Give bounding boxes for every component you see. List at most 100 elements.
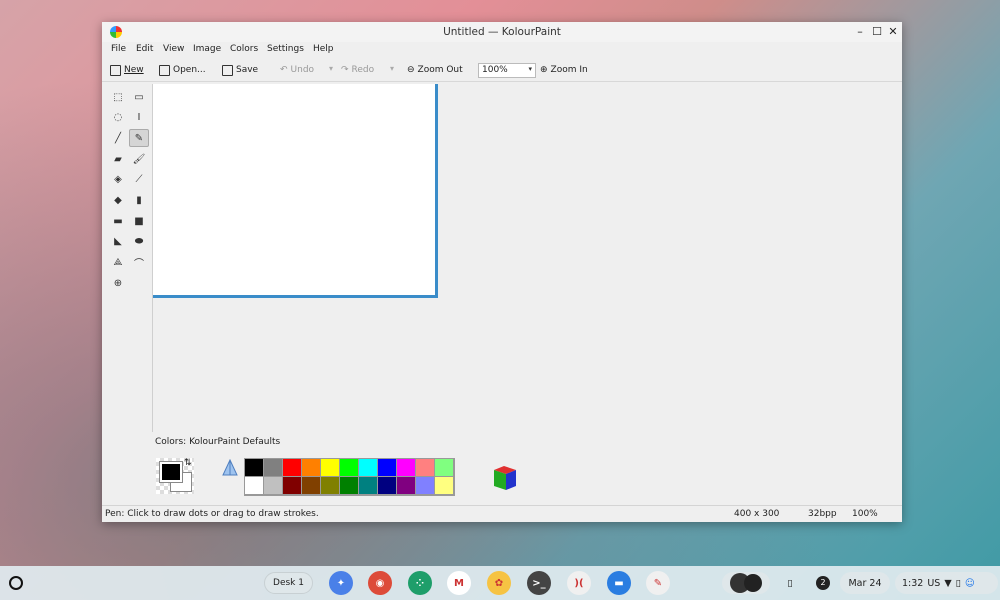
undo-button[interactable]: ↶ Undo — [280, 62, 314, 78]
polygon-icon[interactable]: ◣ — [108, 233, 128, 251]
rectangle-icon[interactable]: ■ — [129, 212, 149, 230]
color-eraser-icon[interactable]: ◆ — [108, 192, 128, 210]
chrome-icon[interactable]: ◉ — [368, 571, 392, 595]
menu-bar: File Edit View Image Colors Settings Hel… — [102, 42, 902, 58]
ellipse-icon[interactable]: ⬬ — [129, 233, 149, 251]
palette-color-swatch[interactable] — [378, 459, 397, 477]
photos-icon[interactable]: ✿ — [487, 571, 511, 595]
redo-dropdown-icon[interactable]: ▾ — [390, 64, 394, 73]
zoom-out-button[interactable]: ⊖ Zoom Out — [407, 62, 463, 78]
zoom-icon[interactable]: ⊕ — [108, 274, 128, 292]
palette-color-swatch[interactable] — [416, 477, 435, 495]
kolourpaint-icon[interactable]: ✎ — [646, 571, 670, 595]
palette-color-swatch[interactable] — [283, 459, 302, 477]
undo-dropdown-icon[interactable]: ▾ — [329, 64, 333, 73]
palette-color-swatch[interactable] — [378, 477, 397, 495]
palette-color-swatch[interactable] — [397, 477, 416, 495]
zoom-combobox[interactable]: 100% ▾ — [478, 63, 536, 78]
spraycan-icon[interactable]: ▮ — [129, 192, 149, 210]
flood-fill-icon[interactable]: ◈ — [108, 171, 128, 189]
palette-color-swatch[interactable] — [359, 477, 378, 495]
zoom-in-button[interactable]: ⊕ Zoom In — [540, 62, 588, 78]
open-button[interactable]: Open... — [159, 62, 206, 78]
swap-colors-icon[interactable]: ⇅ — [184, 458, 192, 468]
palette-color-swatch[interactable] — [264, 459, 283, 477]
polyline-icon[interactable]: ⟁ — [108, 254, 128, 272]
save-label: Save — [236, 65, 259, 75]
undo-label: Undo — [290, 65, 315, 75]
pen-icon[interactable]: ✎ — [129, 129, 149, 148]
palette-color-swatch[interactable] — [302, 477, 321, 495]
color-palette — [244, 458, 455, 496]
battery-icon: ▯ — [955, 577, 961, 589]
line-icon[interactable]: ╱ — [108, 129, 128, 147]
status-image-size: 400 x 300 — [734, 509, 780, 519]
holding-space-tray[interactable] — [722, 572, 770, 594]
palette-color-swatch[interactable] — [435, 459, 454, 477]
eraser-icon[interactable]: ▰ — [108, 150, 128, 168]
nearby-share-icon[interactable]: )( — [567, 571, 591, 595]
desk-button[interactable]: Desk 1 — [264, 572, 313, 594]
close-button[interactable]: ✕ — [885, 24, 901, 40]
menu-colors[interactable]: Colors — [230, 44, 258, 54]
zoom-in-icon: ⊕ — [540, 65, 548, 75]
zoom-out-icon: ⊖ — [407, 65, 415, 75]
palette-color-swatch[interactable] — [302, 459, 321, 477]
terminal-icon[interactable]: >_ — [527, 571, 551, 595]
status-zoom: 100% — [852, 509, 878, 519]
rect-select-icon[interactable]: ▭ — [129, 88, 149, 106]
date-tray[interactable]: Mar 24 — [840, 572, 890, 594]
rounded-rect-icon[interactable]: ▬ — [108, 212, 128, 230]
maximize-button[interactable]: ☐ — [869, 24, 885, 40]
palette-color-swatch[interactable] — [264, 477, 283, 495]
status-tray[interactable]: 1:32 US ▼ ▯ ☺ — [895, 572, 998, 594]
free-select-icon[interactable]: ⬚ — [108, 88, 128, 106]
ellipse-select-icon[interactable]: ◌ — [108, 109, 128, 127]
palette-color-swatch[interactable] — [397, 459, 416, 477]
new-document-icon — [110, 64, 121, 76]
drawing-canvas[interactable] — [153, 84, 438, 298]
transparent-color-icon[interactable] — [220, 458, 240, 478]
menu-edit[interactable]: Edit — [136, 44, 153, 54]
foreground-color-swatch[interactable] — [159, 461, 183, 483]
palette-color-swatch[interactable] — [340, 477, 359, 495]
brush-icon[interactable]: 🖌 — [129, 150, 149, 168]
palette-color-swatch[interactable] — [321, 477, 340, 495]
save-disk-icon — [222, 64, 233, 76]
colors-label: Colors: KolourPaint Defaults — [155, 437, 281, 447]
menu-help[interactable]: Help — [313, 44, 334, 54]
files-icon[interactable]: ▬ — [607, 571, 631, 595]
menu-file[interactable]: File — [111, 44, 126, 54]
gmail-icon[interactable]: M — [447, 571, 471, 595]
palette-color-swatch[interactable] — [435, 477, 454, 495]
palette-color-swatch[interactable] — [340, 459, 359, 477]
redo-label: Redo — [351, 65, 375, 75]
menu-view[interactable]: View — [163, 44, 184, 54]
menu-image[interactable]: Image — [193, 44, 221, 54]
palette-color-swatch[interactable] — [245, 459, 264, 477]
open-label: Open... — [173, 65, 206, 75]
app-grid-icon[interactable]: ⁘ — [408, 571, 432, 595]
palette-color-swatch[interactable] — [245, 477, 264, 495]
assistant-icon[interactable]: ✦ — [329, 571, 353, 595]
color-picker-icon[interactable]: ⟋ — [129, 171, 149, 189]
redo-button[interactable]: ↷ Redo — [341, 62, 374, 78]
screenshot-thumbnail-icon — [744, 574, 762, 592]
menu-settings[interactable]: Settings — [267, 44, 304, 54]
color-cube-icon[interactable] — [490, 462, 520, 492]
minimize-button[interactable]: – — [852, 24, 868, 40]
launcher-button[interactable] — [9, 576, 23, 590]
save-button[interactable]: Save — [222, 62, 258, 78]
notification-badge[interactable]: 2 — [813, 572, 833, 594]
foreground-background-selector[interactable]: ⇅ — [156, 458, 194, 494]
curve-icon[interactable]: ⌒ — [129, 254, 149, 272]
text-icon[interactable]: I — [129, 109, 149, 127]
palette-color-swatch[interactable] — [359, 459, 378, 477]
title-bar[interactable]: Untitled — KolourPaint – ☐ ✕ — [102, 22, 902, 42]
palette-color-swatch[interactable] — [321, 459, 340, 477]
phone-hub-icon[interactable]: ▯ — [779, 572, 801, 594]
canvas-scroll-area[interactable] — [153, 84, 902, 432]
palette-color-swatch[interactable] — [416, 459, 435, 477]
new-button[interactable]: New — [110, 62, 144, 78]
palette-color-swatch[interactable] — [283, 477, 302, 495]
